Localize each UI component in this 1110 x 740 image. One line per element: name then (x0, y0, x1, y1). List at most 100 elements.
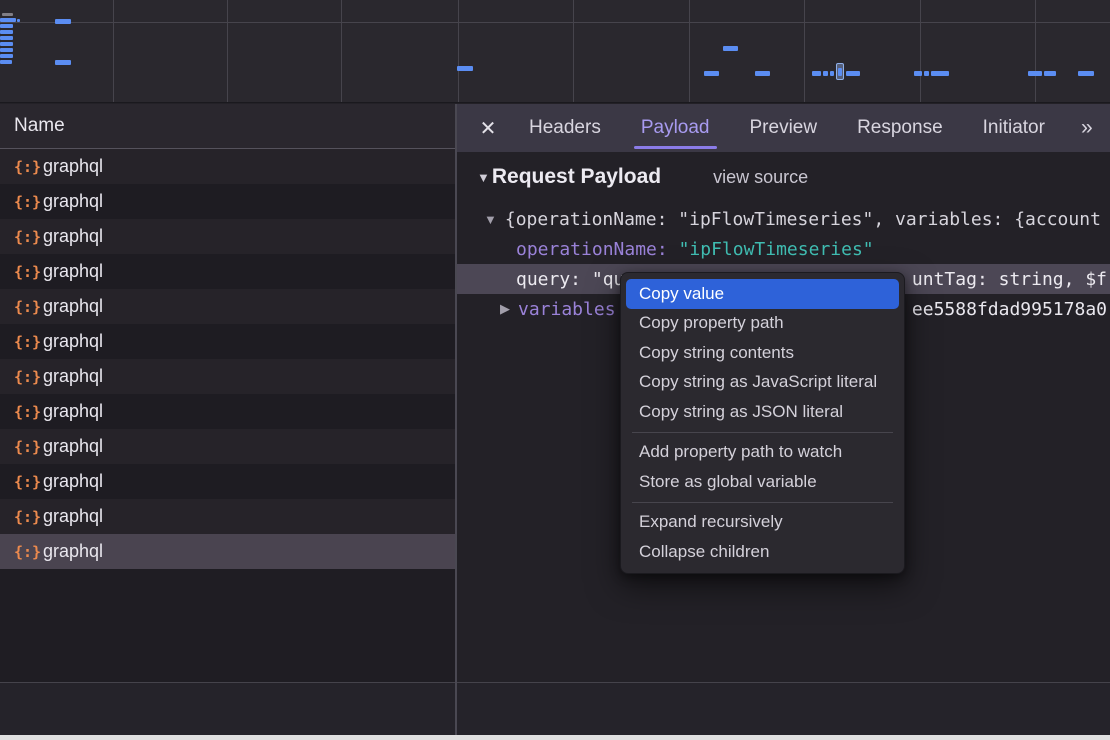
timeline-request-bar (931, 71, 949, 76)
json-braces-icon: {:} (14, 298, 34, 316)
request-row-graphql[interactable]: {:}graphql (0, 254, 455, 289)
timeline-request-bar (914, 71, 922, 76)
tab-initiator[interactable]: Initiator (963, 104, 1065, 152)
request-list-panel: Name {:}graphql{:}graphql{:}graphql{:}gr… (0, 104, 455, 682)
section-expander-icon[interactable]: ▼ (477, 170, 490, 185)
expander-right-icon[interactable]: ▶ (500, 301, 510, 317)
tab-headers[interactable]: Headers (509, 104, 621, 152)
request-row-graphql[interactable]: {:} graphql (0, 534, 455, 569)
overview-gridline (458, 0, 459, 102)
devtools-network-panel: Name {:}graphql{:}graphql{:}graphql{:}gr… (0, 0, 1110, 740)
menu-item-copy-string-contents[interactable]: Copy string contents (621, 338, 904, 368)
json-braces-icon: {:} (14, 228, 34, 246)
menu-item-copy-string-as-javascript-literal[interactable]: Copy string as JavaScript literal (621, 368, 904, 398)
json-braces-icon: {:} (14, 193, 34, 211)
menu-item-copy-property-path[interactable]: Copy property path (621, 309, 904, 339)
overview-gridline (689, 0, 690, 102)
menu-item-copy-string-as-json-literal[interactable]: Copy string as JSON literal (621, 397, 904, 427)
menu-separator (632, 502, 893, 503)
window-bottom-edge (0, 735, 1110, 740)
request-row-graphql[interactable]: {:} graphql (0, 149, 455, 184)
request-rows: {:} graphql {:} graphql {:} graphql {:} graphql… (0, 149, 455, 569)
timeline-request-bar (924, 71, 929, 76)
overview-gridline (920, 0, 921, 102)
request-name: graphql (43, 191, 103, 212)
request-name: graphql (43, 471, 103, 492)
json-braces-icon: {:} (14, 158, 34, 176)
timeline-request-bar (830, 71, 834, 76)
request-name: graphql (43, 506, 103, 527)
timeline-request-bar (457, 66, 473, 71)
tab-preview[interactable]: Preview (730, 104, 838, 152)
timeline-request-bar (838, 68, 842, 76)
payload-root-row[interactable]: ▼ {operationName: "ipFlowTimeseries", var… (457, 204, 1110, 234)
request-name: graphql (43, 156, 103, 177)
timeline-request-bar (55, 60, 71, 65)
timeline-gray-tick (2, 13, 13, 16)
timeline-request-bar (0, 48, 13, 52)
request-row-graphql[interactable]: {:} graphql (0, 184, 455, 219)
json-braces-icon: {:} (14, 333, 34, 351)
timeline-request-bar (1044, 71, 1056, 76)
request-name: graphql (43, 541, 103, 562)
timeline-request-bar (0, 60, 12, 64)
json-braces-icon: {:} (14, 543, 34, 561)
json-braces-icon: {:} (14, 263, 34, 281)
timeline-request-bar (812, 71, 821, 76)
property-key: operationName: (516, 239, 679, 260)
query-right-text: untTag: string, $f (912, 264, 1107, 294)
more-tabs-icon[interactable]: » (1067, 104, 1105, 152)
request-row-graphql[interactable]: {:} graphql (0, 289, 455, 324)
tab-payload[interactable]: Payload (621, 104, 730, 152)
operation-name-row[interactable]: operationName: "ipFlowTimeseries" (457, 234, 1110, 264)
json-braces-icon: {:} (14, 403, 34, 421)
overview-gridline (0, 22, 1110, 23)
request-row-graphql[interactable]: {:}graphql (0, 499, 455, 534)
tab-response[interactable]: Response (837, 104, 963, 152)
menu-item-expand-recursively[interactable]: Expand recursively (621, 508, 904, 538)
request-name: graphql (43, 401, 103, 422)
view-source-link[interactable]: view source (713, 167, 808, 188)
timeline-request-bar (0, 54, 13, 58)
json-braces-icon: {:} (14, 368, 34, 386)
request-row-graphql[interactable]: {:} graphql (0, 359, 455, 394)
request-row-graphql[interactable]: {:}graphql (0, 219, 455, 254)
property-key: variables (518, 299, 616, 320)
request-payload-section: ▼ Request Payload view source (477, 165, 808, 189)
close-icon[interactable]: ✕ (471, 104, 505, 152)
overview-gridline (113, 0, 114, 102)
timeline-request-bar (1028, 71, 1042, 76)
menu-item-add-property-path-to-watch[interactable]: Add property path to watch (621, 438, 904, 468)
panel-divider[interactable] (455, 104, 457, 735)
detail-tab-bar: ✕ HeadersPayloadPreviewResponseInitiator… (457, 104, 1110, 152)
timeline-request-bar (723, 46, 738, 51)
request-name: graphql (43, 296, 103, 317)
object-preview-text: {operationName: "ipFlowTimeseries", vari… (505, 209, 1101, 230)
request-name: graphql (43, 436, 103, 457)
menu-item-copy-value[interactable]: Copy value (626, 279, 899, 309)
overview-gridline (1035, 0, 1036, 102)
timeline-request-bar (55, 19, 71, 24)
timeline-request-bar (846, 71, 860, 76)
query-left-text: query: "qu (516, 269, 624, 290)
request-row-graphql[interactable]: {:}graphql (0, 324, 455, 359)
name-column-header[interactable]: Name (0, 104, 455, 149)
menu-item-store-as-global-variable[interactable]: Store as global variable (621, 467, 904, 497)
request-name: graphql (43, 366, 103, 387)
network-overview-timeline[interactable] (0, 0, 1110, 103)
timeline-request-bar (0, 30, 13, 34)
panel-footer (0, 682, 1110, 735)
expander-down-icon[interactable]: ▼ (484, 212, 497, 227)
timeline-request-bar (755, 71, 770, 76)
timeline-request-bar (17, 19, 20, 22)
timeline-request-bar (0, 42, 13, 46)
request-row-graphql[interactable]: {:} graphql (0, 394, 455, 429)
menu-item-collapse-children[interactable]: Collapse children (621, 537, 904, 567)
request-row-graphql[interactable]: {:}graphql (0, 429, 455, 464)
overview-gridline (573, 0, 574, 102)
timeline-request-bar (0, 36, 13, 40)
name-column-label: Name (14, 115, 65, 137)
timeline-request-bar (823, 71, 828, 76)
timeline-request-bar (704, 71, 719, 76)
request-row-graphql[interactable]: {:}graphql (0, 464, 455, 499)
